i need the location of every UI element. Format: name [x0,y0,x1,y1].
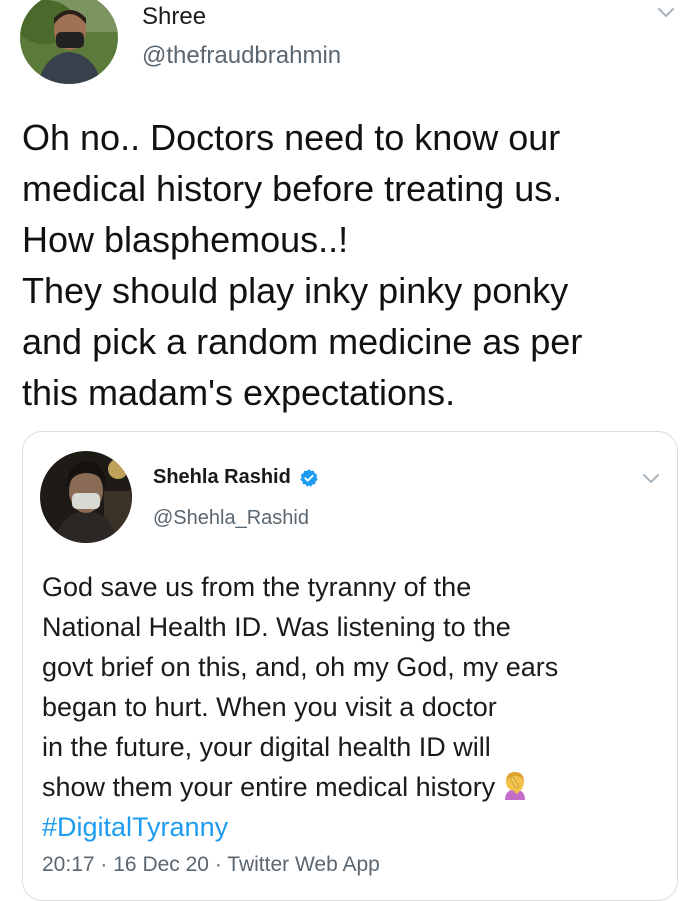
quoted-text-line: God save us from the tyranny of the [42,572,472,602]
quoted-text-line: govt brief on this, and, oh my God, my e… [42,652,559,682]
tweet: Shree @thefraudbrahmin Oh no.. Doctors n… [0,0,700,901]
tweet-text-line: Oh no.. Doctors need to know our [22,117,561,158]
quoted-text-line: began to hurt. When you visit a doctor [42,692,497,722]
tweet-text-line: and pick a random medicine as per [22,321,583,362]
hashtag-link[interactable]: #DigitalTyranny [42,807,662,847]
quoted-display-name[interactable]: Shehla Rashid [153,466,319,489]
meta-separator: · [100,853,108,876]
quoted-display-name-label: Shehla Rashid [153,466,291,488]
quoted-text-line-with-emoji: show them your entire medical history [42,767,662,807]
quoted-text-line: in the future, your digital health ID wi… [42,732,491,762]
quoted-text-line: National Health ID. Was listening to the [42,612,511,642]
tweet-date[interactable]: 16 Dec 20 [113,853,209,876]
verified-badge-icon [300,468,318,487]
woman-facepalming-emoji-icon [505,772,526,800]
display-name[interactable]: Shree [142,3,206,31]
user-handle[interactable]: @thefraudbrahmin [142,42,341,70]
meta-separator: · [214,853,222,876]
tweet-text-line: How blasphemous..! [22,219,349,260]
chevron-down-icon[interactable] [640,468,662,490]
tweet-text: Oh no.. Doctors need to know our medical… [22,112,682,418]
chevron-down-icon[interactable] [655,2,677,24]
avatar[interactable] [20,0,118,84]
quoted-avatar[interactable] [40,451,132,543]
tweet-text-line: medical history before treating us. [22,168,563,209]
tweet-source[interactable]: Twitter Web App [227,853,380,876]
tweet-text-line: They should play inky pinky ponky [22,270,569,311]
tweet-time[interactable]: 20:17 [42,853,95,876]
quoted-text-line: show them your entire medical history [42,772,496,802]
quoted-user-handle[interactable]: @Shehla_Rashid [153,507,309,530]
quoted-tweet-text: God save us from the tyranny of the Nati… [42,567,662,847]
tweet-text-line: this madam's expectations. [22,372,456,413]
tweet-meta: 20:17 · 16 Dec 20 · Twitter Web App [42,853,380,877]
